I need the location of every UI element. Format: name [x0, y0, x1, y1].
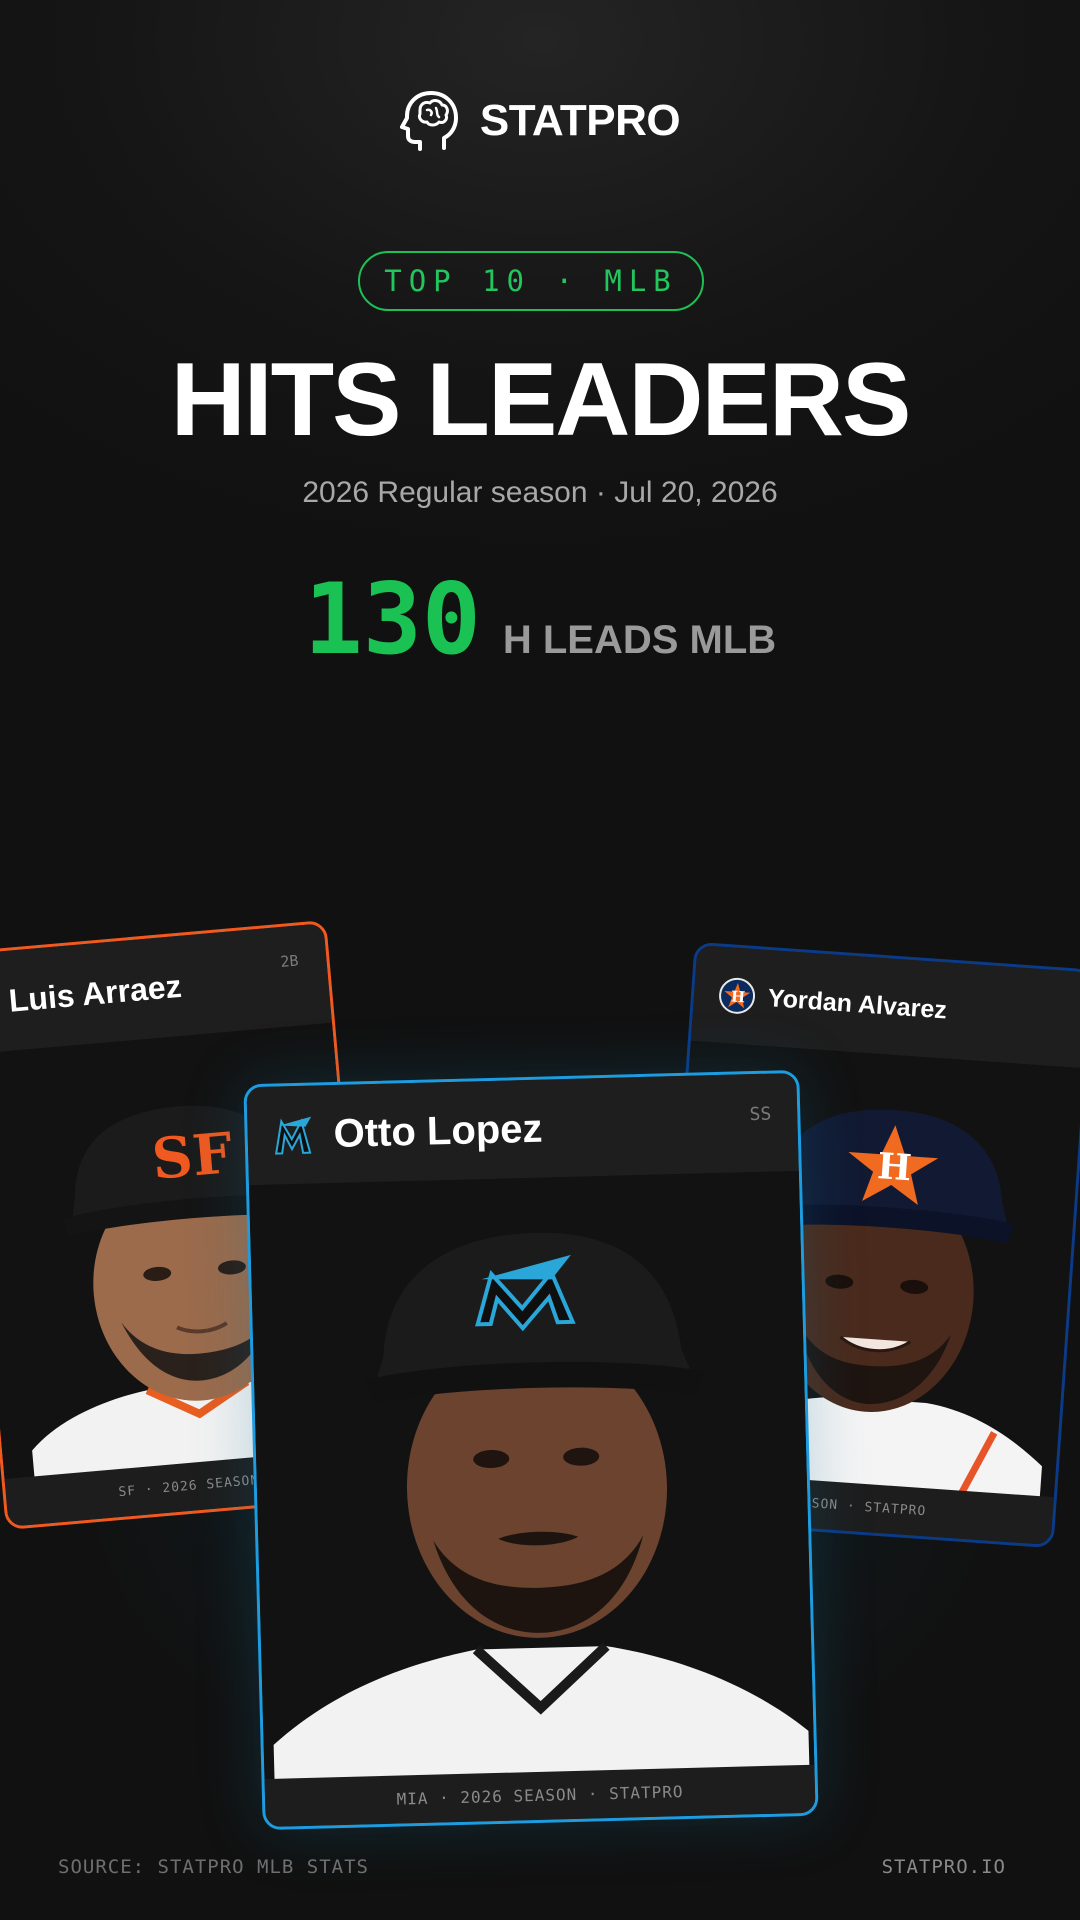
player-name: Otto Lopez	[333, 1106, 544, 1156]
marlins-m-logo-icon	[274, 1116, 312, 1155]
player-position: 2B	[279, 951, 300, 971]
site-url: STATPRO.IO	[881, 1856, 1006, 1878]
player-photo	[248, 1170, 815, 1786]
brand-name: STATPRO	[479, 96, 681, 145]
lead-stat-value: 130	[303, 563, 481, 677]
season-date: 2026 Regular season · Jul 20, 2026	[302, 476, 778, 509]
svg-text:H: H	[730, 987, 745, 1006]
player-card-lopez: Otto Lopez SS MIA · 2026 SEASON · STATPR…	[243, 1069, 819, 1831]
brain-head-icon	[399, 91, 458, 151]
lead-stat-label: H LEADS MLB	[502, 618, 777, 662]
svg-text:SF: SF	[149, 1120, 235, 1193]
astros-h-logo-icon: H	[719, 977, 756, 1014]
page-title: HITS LEADERS	[170, 342, 912, 458]
source-note: SOURCE: STATPRO MLB STATS	[58, 1856, 369, 1878]
lead-stat: 130 H LEADS MLB	[0, 570, 1080, 670]
category-badge: TOP 10 · MLB	[358, 251, 704, 311]
card-header: Otto Lopez	[246, 1072, 799, 1186]
player-name: Yordan Alvarez	[767, 983, 948, 1024]
player-name: Luis Arraez	[7, 967, 183, 1019]
player-position: SS	[749, 1103, 772, 1126]
brand-header: STATPRO	[0, 88, 1080, 154]
svg-text:H: H	[876, 1145, 913, 1189]
